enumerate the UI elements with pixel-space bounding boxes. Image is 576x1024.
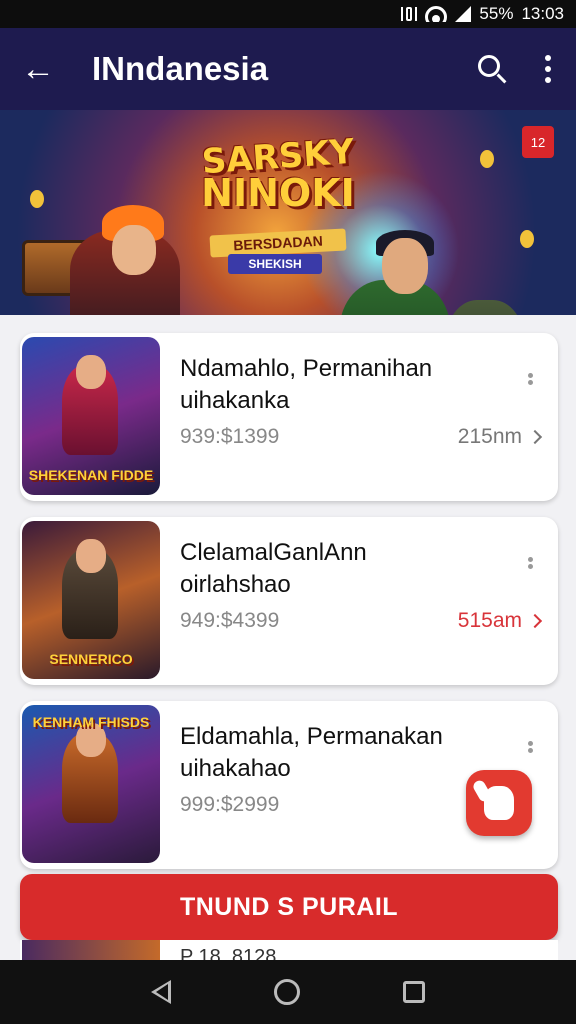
coin-art [520,230,534,248]
item-title-line1: Eldamahla, Permanakan [180,723,443,750]
search-button[interactable] [464,28,520,110]
hero-center-head [382,238,428,294]
promo-banner[interactable]: SARSKY NINOKI BERSDADAN SHEKISH 12 [0,110,576,315]
page-title: INndanesia [92,50,269,87]
buy-button[interactable]: TNUND S PURAIL [20,874,558,940]
item-title: ClelamalGanlAnn oirlahshao [180,537,510,602]
kebab-icon[interactable] [528,741,536,755]
item-distance[interactable]: 515am [457,609,543,633]
coin-art [480,150,494,168]
signal-icon [455,6,472,22]
chevron-right-icon [527,429,543,445]
back-button[interactable]: ← [0,28,76,110]
game-thumbnail [22,940,160,960]
kebab-icon[interactable] [528,557,536,571]
nav-recents-icon[interactable] [402,981,425,1003]
thumbnail-title: SHEKENAN FIDDE [28,466,154,483]
hero-right-body [445,300,525,315]
item-title: Ndamahlo, Permanihan uihakanka [180,353,510,418]
game-thumbnail: KENHAM FHISDS [22,705,160,863]
wifi-icon [425,6,448,22]
more-vert-icon [545,55,551,83]
hero-left-head [112,225,156,275]
battery-text: 55% [479,4,514,23]
game-thumbnail: SENNERICO [22,521,160,679]
thumbnail-title: KENHAM FHISDS [32,714,150,730]
kebab-icon[interactable] [528,373,536,387]
item-distance-value: 515am [457,609,522,632]
thumbnail-figure-head [76,539,106,573]
back-arrow-icon: ← [21,49,55,88]
more-options-button[interactable] [520,28,576,110]
gesture-fab-button[interactable] [466,770,532,836]
thumbnail-title: SENNERICO [49,650,133,667]
item-distance-value: 215nm [457,425,522,448]
hand-pointer-icon [484,786,514,820]
item-title-line2: uihakahao [180,755,291,783]
system-nav-bar [0,960,576,1024]
item-title-line1: Ndamahlo, Permanihan [180,355,433,382]
item-title-line2: uihakanka [180,387,290,415]
item-title-line2: oirlahshao [180,571,291,599]
item-price: P 18 .8128 [180,946,277,960]
list-item[interactable]: SENNERICO ClelamalGanlAnn oirlahshao 949… [20,517,558,685]
item-price: 949:$4399 [180,609,280,632]
list-item[interactable]: SHEKENAN FIDDE Ndamahlo, Permanihan uiha… [20,333,558,501]
item-price: 939:$1399 [180,425,280,448]
status-bar: 55% 13:03 [0,0,576,28]
coin-art [30,190,44,208]
banner-tag: SHEKISH [228,254,322,274]
thumbnail-figure-head [76,355,106,389]
vibrate-icon [401,7,418,21]
banner-badge: 12 [522,126,554,158]
clock: 13:03 [521,4,564,23]
item-title-line1: ClelamalGanlAnn [180,539,367,566]
nav-home-icon[interactable] [273,979,300,1005]
game-thumbnail: SHEKENAN FIDDE [22,337,160,495]
item-price: 999:$2999 [180,793,280,816]
banner-title: SARSKY NINOKI [178,132,378,212]
list-item-partial[interactable]: P 18 .8128 [20,940,558,960]
item-title: Eldamahla, Permanakan uihakahao [180,721,510,786]
nav-back-icon[interactable] [151,980,172,1004]
item-distance[interactable]: 215nm [457,425,543,449]
app-bar: ← INndanesia [0,28,576,110]
chevron-right-icon [527,613,543,629]
search-icon [478,55,500,77]
